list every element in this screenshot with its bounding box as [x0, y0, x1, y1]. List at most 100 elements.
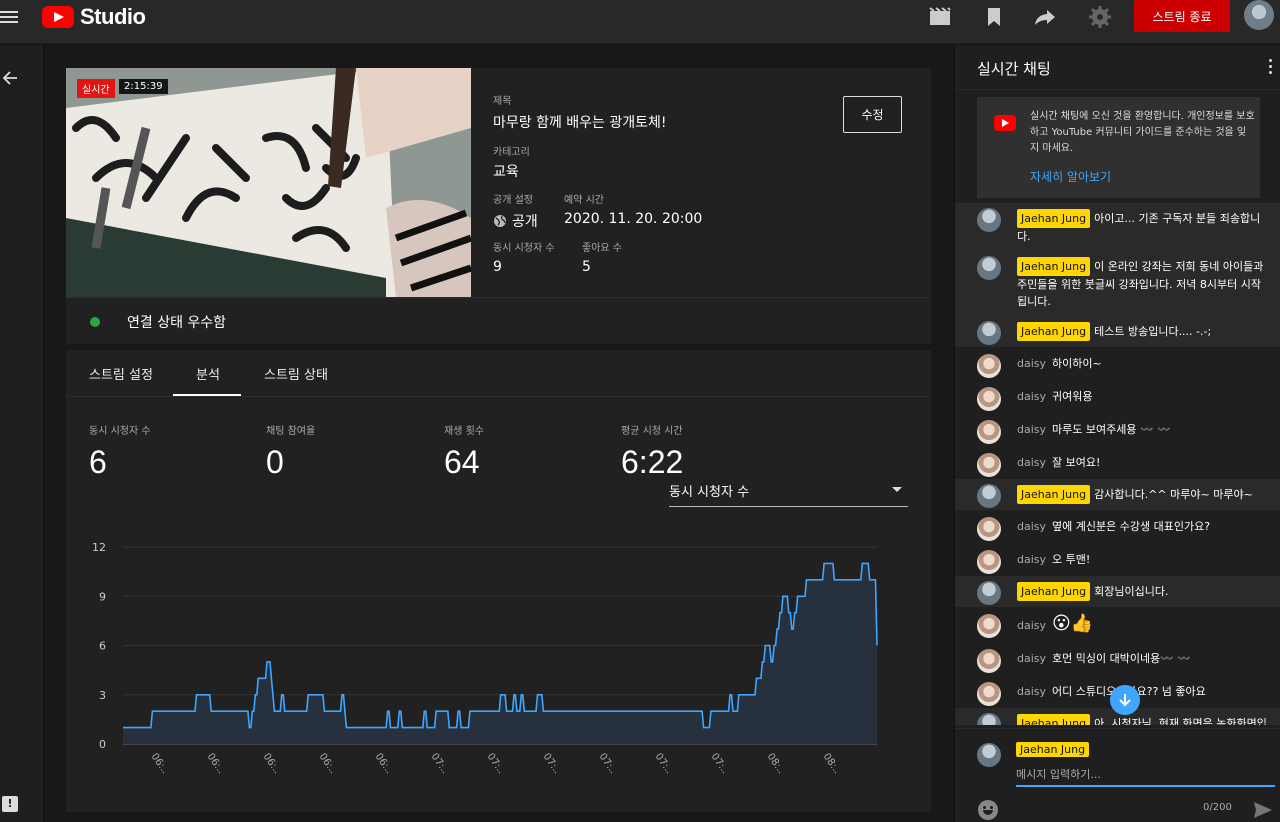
x-tick-label: 06:.. — [261, 751, 283, 776]
message-text: 회장님이십니다. — [1094, 585, 1169, 598]
stat-avg-watch-time: 평균 시청 시간 6:22 — [621, 422, 683, 481]
back-arrow-icon[interactable] — [2, 70, 18, 86]
stat-value: 6:22 — [621, 444, 684, 480]
x-tick-label: 06:.. — [149, 751, 171, 776]
chat-message: daisy 😮👍 — [955, 607, 1280, 642]
author-avatar[interactable] — [977, 550, 1001, 574]
account-avatar[interactable] — [1244, 0, 1274, 30]
x-tick-label: 07:.. — [597, 751, 619, 776]
author-avatar[interactable] — [977, 387, 1001, 411]
metric-dropdown[interactable]: 동시 시청자 수 — [669, 477, 908, 507]
menu-icon[interactable] — [0, 8, 22, 26]
emoji-icon[interactable] — [978, 800, 998, 820]
schedule-value: 2020. 11. 20. 20:00 — [564, 211, 703, 227]
y-tick-label: 9 — [99, 590, 106, 603]
chat-message: daisy 호먼 믹싱이 대박이네용〰️ 〰️ — [955, 642, 1280, 675]
author-name[interactable]: Jaehan Jung — [1017, 322, 1091, 341]
chat-message-list[interactable]: Jaehan Jung 아이고... 기존 구독자 분들 죄송합니다. Jaehan… — [955, 203, 1280, 725]
author-name[interactable]: daisy — [1017, 518, 1046, 535]
schedule-label: 예약 시간 — [564, 195, 604, 206]
bookmark-icon[interactable] — [982, 5, 1006, 29]
scroll-to-bottom-button[interactable] — [1110, 685, 1140, 715]
author-name[interactable]: Jaehan Jung — [1017, 582, 1091, 601]
x-tick-label: 07:.. — [709, 751, 731, 776]
caret-down-icon — [892, 487, 902, 492]
author-name[interactable]: daisy — [1017, 355, 1046, 372]
author-name[interactable]: daisy — [1017, 421, 1046, 438]
author-name[interactable]: daisy — [1017, 388, 1046, 405]
viewers-chart: 0 3 6 9 12 06:.. 06:.. 06:.. 06:.. 06:.. 07:.. 07:.… — [92, 541, 878, 776]
author-avatar[interactable] — [977, 354, 1001, 378]
x-tick-label: 08:.. — [821, 751, 843, 776]
clapperboard-icon[interactable] — [928, 5, 952, 29]
char-counter: 0/200 — [1203, 802, 1232, 813]
author-name[interactable]: Jaehan Jung — [1017, 714, 1091, 725]
author-name[interactable]: Jaehan Jung — [1017, 485, 1091, 504]
chat-message: daisy 잘 보여요! — [955, 446, 1280, 479]
concurrent-value: 9 — [493, 259, 502, 275]
top-bar: Studio 스트림 종료 — [0, 0, 1280, 44]
tab-analytics[interactable]: 분석 — [196, 364, 220, 383]
author-avatar[interactable] — [977, 581, 1001, 605]
left-rail: ! — [0, 45, 44, 822]
more-options-icon[interactable] — [1269, 59, 1273, 77]
author-avatar[interactable] — [977, 682, 1001, 706]
chat-message: daisy 옆에 계신분은 수강생 대표인가요? — [955, 510, 1280, 543]
connection-status-row: 연결 상태 우수함 — [66, 297, 931, 344]
stream-info-card: 실시간 2:15:39 제목 마무랑 함께 배우는 광개토체! 수정 카테고리 … — [66, 68, 931, 344]
stream-category: 교육 — [493, 164, 519, 180]
end-stream-button[interactable]: 스트림 종료 — [1134, 0, 1230, 32]
message-text: 감사합니다.^^ 마루야~ 마루야~ — [1094, 488, 1253, 501]
y-tick-label: 3 — [99, 689, 106, 702]
tab-stream-settings[interactable]: 스트림 설정 — [89, 364, 153, 383]
message-text: 귀여워용 — [1052, 390, 1093, 403]
x-tick-label: 08:.. — [765, 751, 787, 776]
category-label: 카테고리 — [493, 147, 530, 158]
author-avatar[interactable] — [977, 208, 1001, 232]
feedback-icon[interactable]: ! — [2, 796, 18, 812]
stat-label: 동시 시청자 수 — [89, 426, 151, 437]
analytics-card: 스트림 설정 분석 스트림 상태 동시 시청자 수 6 채팅 참여율 0 재생 … — [66, 350, 931, 812]
author-avatar[interactable] — [977, 484, 1001, 508]
author-avatar[interactable] — [977, 321, 1001, 345]
author-name[interactable]: daisy — [1017, 650, 1046, 667]
author-name[interactable]: daisy — [1017, 617, 1046, 634]
author-name[interactable]: daisy — [1017, 454, 1046, 471]
tab-stream-health[interactable]: 스트림 상태 — [264, 364, 328, 383]
stream-title: 마무랑 함께 배우는 광개토체! — [493, 115, 667, 131]
chat-message-input[interactable]: 메시지 입력하기... — [1016, 761, 1275, 787]
chat-title: 실시간 채팅 — [977, 60, 1051, 78]
chat-message: Jaehan Jung 이 온라인 강좌는 저희 동네 아이들과 주민들을 위한 … — [955, 251, 1280, 316]
author-name[interactable]: Jaehan Jung — [1017, 209, 1091, 228]
title-label: 제목 — [493, 96, 512, 107]
share-icon[interactable] — [1033, 5, 1057, 29]
author-avatar[interactable] — [977, 256, 1001, 280]
stream-preview[interactable]: 실시간 2:15:39 — [66, 68, 471, 297]
learn-more-link[interactable]: 자세히 알아보기 — [1030, 168, 1111, 185]
arrow-down-icon — [1119, 694, 1131, 707]
author-name[interactable]: daisy — [1017, 551, 1046, 568]
message-text: 잘 보여요! — [1052, 456, 1101, 469]
author-name[interactable]: Jaehan Jung — [1017, 257, 1091, 276]
author-avatar[interactable] — [977, 453, 1001, 477]
settings-gear-icon[interactable] — [1088, 5, 1112, 29]
y-tick-label: 12 — [92, 541, 106, 554]
edit-button[interactable]: 수정 — [843, 96, 902, 133]
send-icon[interactable] — [1253, 801, 1273, 819]
studio-logo[interactable]: Studio — [42, 4, 146, 30]
stat-concurrent-viewers: 동시 시청자 수 6 — [89, 422, 151, 481]
author-avatar[interactable] — [977, 649, 1001, 673]
chat-message: Jaehan Jung 테스트 방송입니다.... -.-; — [955, 316, 1280, 347]
chat-header: 실시간 채팅 — [955, 45, 1280, 90]
live-badge: 실시간 — [77, 79, 115, 98]
stat-chat-rate: 채팅 참여율 0 — [266, 422, 315, 481]
x-tick-label: 06:.. — [317, 751, 339, 776]
chat-composer: Jaehan Jung 메시지 입력하기... 0/200 — [955, 728, 1280, 822]
author-avatar[interactable] — [977, 420, 1001, 444]
author-avatar[interactable] — [977, 713, 1001, 725]
author-avatar[interactable] — [977, 614, 1001, 638]
author-avatar[interactable] — [977, 517, 1001, 541]
main-content: 실시간 2:15:39 제목 마무랑 함께 배우는 광개토체! 수정 카테고리 … — [44, 45, 954, 822]
message-text: 테스트 방송입니다.... -.-; — [1094, 325, 1212, 338]
author-name[interactable]: daisy — [1017, 683, 1046, 700]
